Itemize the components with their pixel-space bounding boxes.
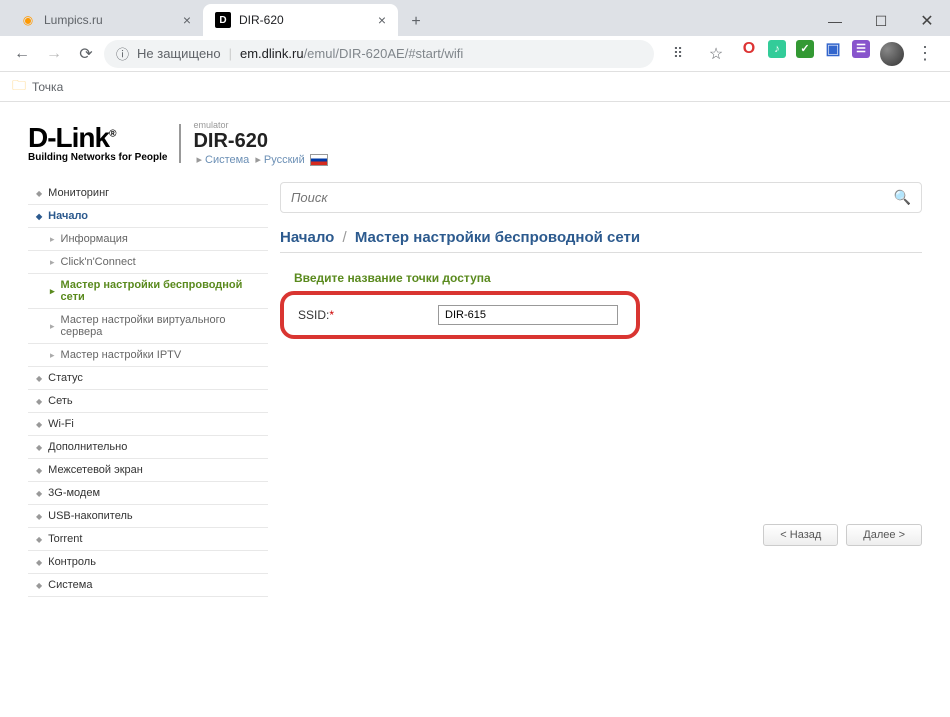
folder-icon: 🗀 (12, 75, 26, 99)
info-icon: ⓘ (116, 44, 129, 63)
back-button[interactable]: ← (8, 40, 36, 68)
reload-button[interactable]: ⟳ (72, 40, 100, 68)
ext-music-icon[interactable]: ♪ (768, 40, 786, 58)
next-button[interactable]: Далее > (846, 524, 922, 546)
flag-ru-icon (310, 154, 328, 166)
minimize-button[interactable]: — (812, 6, 858, 36)
tab-label: DIR-620 (239, 13, 284, 27)
tab-label: Lumpics.ru (44, 13, 103, 27)
address-bar[interactable]: ⓘ Не защищено | em.dlink.ru/emul/DIR-620… (104, 40, 654, 68)
sidebar-item-system[interactable]: ◆Система (28, 574, 268, 597)
search-icon[interactable]: 🔍 (894, 189, 911, 206)
bookmark-label: Точка (32, 80, 63, 94)
ssid-input[interactable] (438, 305, 618, 325)
sidebar-item-control[interactable]: ◆Контроль (28, 551, 268, 574)
tab-lumpics[interactable]: ◉ Lumpics.ru × (8, 4, 203, 36)
star-icon[interactable]: ☆ (702, 40, 730, 68)
back-button[interactable]: < Назад (763, 524, 838, 546)
page-title: Начало / Мастер настройки беспроводной с… (280, 229, 922, 253)
dlink-logo: D-Link® Building Networks for People (28, 124, 181, 163)
sidebar-item-modem[interactable]: ◆3G-модем (28, 482, 268, 505)
translate-icon[interactable]: ⠿ (664, 40, 692, 68)
crumb-root[interactable]: Начало (280, 229, 334, 246)
sidebar-sub-iptv[interactable]: ▸Мастер настройки IPTV (28, 344, 268, 367)
sidebar-item-monitoring[interactable]: ◆Мониторинг (28, 182, 268, 205)
close-window-button[interactable]: ✕ (904, 6, 950, 36)
sidebar-item-additional[interactable]: ◆Дополнительно (28, 436, 268, 459)
search-input[interactable] (291, 190, 894, 205)
sidebar-sub-wifi[interactable]: ▸Мастер настройки беспроводной сети (28, 274, 268, 309)
bc-system[interactable]: Система (205, 154, 249, 166)
url-path: /emul/DIR-620AE/#start/wifi (304, 46, 464, 61)
sidebar-item-start[interactable]: ◆Начало (28, 205, 268, 228)
sidebar: ◆Мониторинг ◆Начало ▸Информация ▸Click'n… (28, 182, 268, 597)
favicon-dlink-icon: D (215, 12, 231, 28)
sidebar-item-torrent[interactable]: ◆Torrent (28, 528, 268, 551)
ssid-label: SSID:* (298, 308, 418, 322)
sidebar-item-usb[interactable]: ◆USB-накопитель (28, 505, 268, 528)
sidebar-sub-click[interactable]: ▸Click'n'Connect (28, 251, 268, 274)
search-box[interactable]: 🔍 (280, 182, 922, 213)
close-icon[interactable]: × (378, 12, 386, 28)
emulator-label: emulator (193, 120, 327, 130)
url-host: em.dlink.ru (240, 46, 304, 61)
new-tab-button[interactable]: + (402, 8, 430, 36)
ext-purple-icon[interactable]: ☰ (852, 40, 870, 58)
sidebar-sub-info[interactable]: ▸Информация (28, 228, 268, 251)
bc-language[interactable]: Русский (264, 154, 305, 166)
section-title: Введите название точки доступа (280, 271, 922, 285)
sidebar-item-net[interactable]: ◆Сеть (28, 390, 268, 413)
sidebar-item-wifi[interactable]: ◆Wi-Fi (28, 413, 268, 436)
profile-avatar[interactable] (880, 42, 904, 66)
bookmark-folder[interactable]: 🗀 Точка (12, 75, 63, 99)
sidebar-item-status[interactable]: ◆Статус (28, 367, 268, 390)
menu-button[interactable]: ⋮ (908, 43, 942, 64)
security-label: Не защищено (137, 46, 221, 61)
sidebar-item-firewall[interactable]: ◆Межсетевой экран (28, 459, 268, 482)
ext-opera-icon[interactable]: O (740, 40, 758, 58)
model-name: DIR-620 (193, 130, 327, 153)
maximize-button[interactable]: ☐ (858, 6, 904, 36)
tab-dir620[interactable]: D DIR-620 × (203, 4, 398, 36)
ext-shield-icon[interactable]: ✓ (796, 40, 814, 58)
forward-button[interactable]: → (40, 40, 68, 68)
crumb-current: Мастер настройки беспроводной сети (355, 229, 640, 246)
close-icon[interactable]: × (183, 12, 191, 28)
ext-cube-icon[interactable]: ▣ (824, 40, 842, 58)
favicon-lumpics-icon: ◉ (20, 12, 36, 28)
ssid-highlight-box: SSID:* (280, 291, 640, 339)
sidebar-sub-vserver[interactable]: ▸Мастер настройки виртуального сервера (28, 309, 268, 344)
